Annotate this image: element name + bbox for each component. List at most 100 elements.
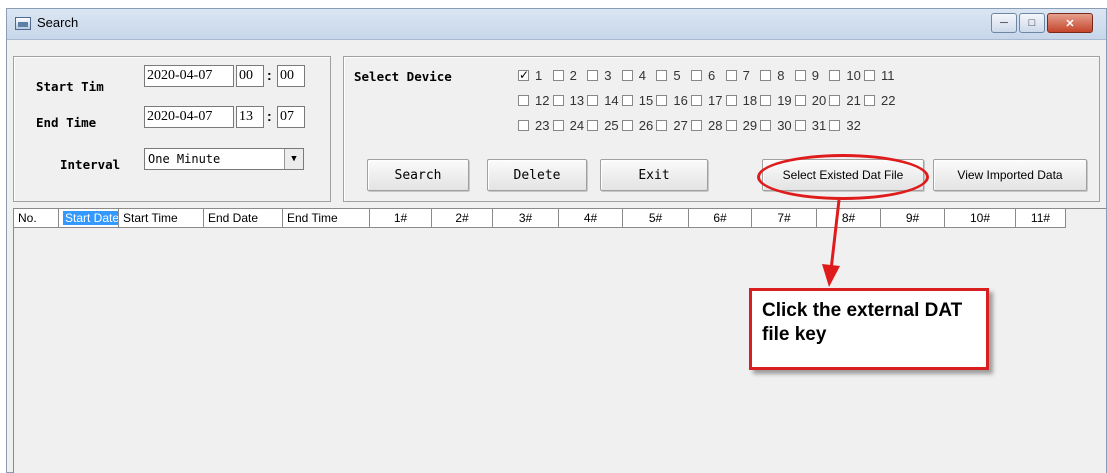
start-date-field[interactable]: 2020-04-07 [144,65,234,87]
device-checkbox-1[interactable]: ✓ 1 [518,67,542,83]
checkbox-icon[interactable] [760,119,772,131]
checkbox-icon[interactable] [621,94,633,106]
column-header[interactable]: End Date [204,209,283,228]
device-checkbox-14[interactable]: 14 [587,92,619,108]
column-header-label: Start Time [123,211,178,225]
end-hour-field[interactable]: 13 [236,106,264,128]
device-checkbox-10[interactable]: 10 [829,67,861,83]
device-checkbox-31[interactable]: 31 [794,117,826,133]
device-checkbox-11[interactable]: 11 [864,67,895,83]
close-icon[interactable]: ✕ [1047,13,1093,33]
column-header[interactable]: 6# [689,209,752,228]
start-colon: : [267,67,272,83]
column-header[interactable]: 11# [1016,209,1066,228]
checkbox-icon[interactable] [760,69,772,81]
checkbox-icon[interactable] [621,69,633,81]
checkbox-icon[interactable] [829,94,841,106]
checkbox-icon[interactable] [518,119,529,131]
device-checkbox-4[interactable]: 4 [621,67,646,83]
checkbox-checked-icon[interactable]: ✓ [518,69,529,81]
checkbox-icon[interactable] [725,69,737,81]
device-checkbox-26[interactable]: 26 [621,117,653,133]
device-checkbox-16[interactable]: 16 [656,92,688,108]
checkbox-icon[interactable] [760,94,772,106]
device-checkbox-3[interactable]: 3 [587,67,611,83]
checkbox-icon[interactable] [794,119,806,131]
column-header[interactable]: 1# [370,209,432,228]
checkbox-icon[interactable] [691,69,702,81]
checkbox-icon[interactable] [587,69,599,81]
device-checkbox-7[interactable]: 7 [725,67,750,83]
device-checkbox-label: 27 [673,117,688,133]
device-checkbox-22[interactable]: 22 [864,92,895,108]
exit-button[interactable]: Exit [600,159,708,191]
checkbox-icon[interactable] [656,69,668,81]
column-header[interactable]: 7# [752,209,817,228]
checkbox-icon[interactable] [587,94,599,106]
end-minute-field[interactable]: 07 [277,106,305,128]
minimize-icon[interactable]: ─ [991,13,1017,33]
checkbox-icon[interactable] [656,94,668,106]
column-header[interactable]: 2# [432,209,493,228]
checkbox-icon[interactable] [656,119,668,131]
checkbox-icon[interactable] [794,94,806,106]
delete-button[interactable]: Delete [487,159,587,191]
device-checkbox-19[interactable]: 19 [760,92,792,108]
maximize-icon[interactable]: □ [1019,13,1045,33]
device-checkbox-9[interactable]: 9 [794,67,819,83]
device-checkbox-25[interactable]: 25 [587,117,619,133]
column-header[interactable]: 4# [559,209,623,228]
device-checkbox-30[interactable]: 30 [760,117,792,133]
column-header[interactable]: 5# [623,209,689,228]
column-header[interactable]: 9# [881,209,945,228]
device-checkbox-6[interactable]: 6 [691,67,715,83]
checkbox-icon[interactable] [691,119,702,131]
column-header[interactable]: End Time [283,209,370,228]
checkbox-icon[interactable] [829,69,841,81]
checkbox-icon[interactable] [691,94,702,106]
checkbox-icon[interactable] [725,119,737,131]
column-header[interactable]: No. [14,209,59,228]
column-header[interactable]: 3# [493,209,559,228]
interval-select[interactable]: One Minute ▼ [144,148,304,170]
checkbox-icon[interactable] [518,94,529,106]
column-header[interactable]: 10# [945,209,1016,228]
checkbox-icon[interactable] [552,119,564,131]
checkbox-icon[interactable] [587,119,599,131]
chevron-down-icon[interactable]: ▼ [284,149,303,169]
column-header[interactable]: Start Date [59,209,119,228]
device-checkbox-5[interactable]: 5 [656,67,681,83]
device-checkbox-13[interactable]: 13 [552,92,584,108]
device-checkbox-8[interactable]: 8 [760,67,784,83]
device-checkbox-29[interactable]: 29 [725,117,757,133]
device-checkbox-2[interactable]: 2 [552,67,577,83]
device-checkbox-21[interactable]: 21 [829,92,861,108]
device-checkbox-24[interactable]: 24 [552,117,584,133]
device-checkbox-12[interactable]: 12 [518,92,549,108]
device-checkbox-18[interactable]: 18 [725,92,757,108]
column-header[interactable]: Start Time [119,209,204,228]
checkbox-icon[interactable] [725,94,737,106]
start-hour-field[interactable]: 00 [236,65,264,87]
start-minute-field[interactable]: 00 [277,65,305,87]
checkbox-icon[interactable] [621,119,633,131]
end-date-field[interactable]: 2020-04-07 [144,106,234,128]
device-checkbox-17[interactable]: 17 [691,92,722,108]
device-checkbox-27[interactable]: 27 [656,117,688,133]
device-checkbox-28[interactable]: 28 [691,117,722,133]
device-checkbox-15[interactable]: 15 [621,92,653,108]
checkbox-icon[interactable] [552,94,564,106]
device-checkbox-20[interactable]: 20 [794,92,826,108]
checkbox-icon[interactable] [794,69,806,81]
device-checkbox-23[interactable]: 23 [518,117,549,133]
checkbox-icon[interactable] [552,69,564,81]
device-checkbox-label: 30 [777,117,792,133]
column-header[interactable]: 8# [817,209,881,228]
checkbox-icon[interactable] [829,119,841,131]
device-checkbox-32[interactable]: 32 [829,117,861,133]
view-imported-data-button[interactable]: View Imported Data [933,159,1087,191]
search-button[interactable]: Search [367,159,469,191]
checkbox-icon[interactable] [864,94,875,106]
checkbox-icon[interactable] [864,69,875,81]
title-bar[interactable]: Search ─ □ ✕ [7,9,1106,40]
